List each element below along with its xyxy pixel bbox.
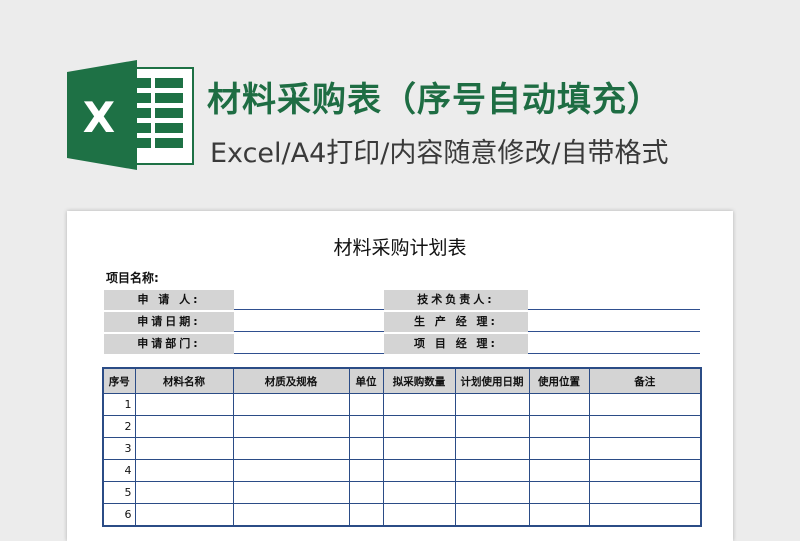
table-cell[interactable] bbox=[348, 415, 384, 438]
table-cell[interactable] bbox=[134, 503, 234, 527]
table-cell[interactable] bbox=[588, 393, 702, 416]
spreadsheet-preview: 材料采购计划表 项目名称: 申 请 人: 申请日期: 申请部门: 技术负责人: … bbox=[67, 211, 733, 541]
table-cell[interactable] bbox=[382, 393, 456, 416]
table-row: 2 bbox=[102, 415, 702, 438]
table-cell[interactable] bbox=[454, 393, 530, 416]
column-header-spec: 材质及规格 bbox=[232, 367, 350, 394]
logo-letter: X bbox=[83, 93, 115, 142]
table-cell[interactable] bbox=[528, 393, 590, 416]
table-cell[interactable] bbox=[382, 481, 456, 504]
table-cell[interactable] bbox=[232, 415, 350, 438]
column-header-planned-date: 计划使用日期 bbox=[454, 367, 530, 394]
table-header-row: 序号 材料名称 材质及规格 单位 拟采购数量 计划使用日期 使用位置 备注 bbox=[102, 367, 702, 394]
column-header-quantity: 拟采购数量 bbox=[382, 367, 456, 394]
page-subtitle: Excel/A4打印/内容随意修改/自带格式 bbox=[210, 138, 669, 169]
apply-date-field[interactable] bbox=[234, 312, 384, 332]
table-cell[interactable] bbox=[528, 415, 590, 438]
table-cell[interactable] bbox=[528, 503, 590, 527]
table-cell[interactable] bbox=[348, 503, 384, 527]
table-cell[interactable] bbox=[348, 437, 384, 460]
apply-date-label: 申请日期: bbox=[104, 312, 234, 332]
production-manager-field[interactable] bbox=[528, 312, 700, 332]
table-cell[interactable] bbox=[382, 459, 456, 482]
procurement-table: 序号 材料名称 材质及规格 单位 拟采购数量 计划使用日期 使用位置 备注 1 … bbox=[102, 367, 702, 527]
table-cell[interactable] bbox=[232, 481, 350, 504]
table-cell[interactable] bbox=[588, 459, 702, 482]
table-cell[interactable] bbox=[382, 437, 456, 460]
table-cell[interactable] bbox=[528, 481, 590, 504]
row-number: 5 bbox=[102, 481, 136, 504]
table-cell[interactable] bbox=[528, 437, 590, 460]
table-cell[interactable] bbox=[454, 415, 530, 438]
table-cell[interactable] bbox=[454, 503, 530, 527]
table-cell[interactable] bbox=[134, 393, 234, 416]
column-header-unit: 单位 bbox=[348, 367, 384, 394]
table-cell[interactable] bbox=[588, 503, 702, 527]
project-name-label: 项目名称: bbox=[106, 271, 159, 285]
column-header-index: 序号 bbox=[102, 367, 136, 394]
table-row: 5 bbox=[102, 481, 702, 504]
project-manager-field[interactable] bbox=[528, 334, 700, 354]
apply-dept-field[interactable] bbox=[234, 334, 384, 354]
page-title: 材料采购表（序号自动填充） bbox=[207, 80, 662, 120]
tech-lead-field[interactable] bbox=[528, 290, 700, 310]
table-cell[interactable] bbox=[588, 437, 702, 460]
row-number: 4 bbox=[102, 459, 136, 482]
applicant-field[interactable] bbox=[234, 290, 384, 310]
table-row: 3 bbox=[102, 437, 702, 460]
row-number: 3 bbox=[102, 437, 136, 460]
applicant-label: 申 请 人: bbox=[104, 290, 234, 310]
apply-dept-label: 申请部门: bbox=[104, 334, 234, 354]
table-cell[interactable] bbox=[348, 481, 384, 504]
table-cell[interactable] bbox=[134, 415, 234, 438]
table-cell[interactable] bbox=[232, 459, 350, 482]
column-header-material-name: 材料名称 bbox=[134, 367, 234, 394]
table-cell[interactable] bbox=[454, 459, 530, 482]
table-row: 6 bbox=[102, 503, 702, 527]
column-header-remarks: 备注 bbox=[588, 367, 702, 394]
table-cell[interactable] bbox=[588, 481, 702, 504]
table-cell[interactable] bbox=[382, 415, 456, 438]
table-cell[interactable] bbox=[232, 393, 350, 416]
table-cell[interactable] bbox=[134, 459, 234, 482]
production-manager-label: 生 产 经 理: bbox=[384, 312, 528, 332]
row-number: 6 bbox=[102, 503, 136, 527]
table-cell[interactable] bbox=[454, 481, 530, 504]
table-cell[interactable] bbox=[382, 503, 456, 527]
table-cell[interactable] bbox=[232, 503, 350, 527]
table-cell[interactable] bbox=[348, 459, 384, 482]
table-cell[interactable] bbox=[134, 437, 234, 460]
tech-lead-label: 技术负责人: bbox=[384, 290, 528, 310]
table-row: 1 bbox=[102, 393, 702, 416]
sheet-title: 材料采购计划表 bbox=[333, 237, 467, 259]
project-manager-label: 项 目 经 理: bbox=[384, 334, 528, 354]
table-row: 4 bbox=[102, 459, 702, 482]
table-cell[interactable] bbox=[232, 437, 350, 460]
column-header-location: 使用位置 bbox=[528, 367, 590, 394]
excel-logo-icon: X bbox=[67, 60, 194, 170]
table-cell[interactable] bbox=[454, 437, 530, 460]
table-cell[interactable] bbox=[528, 459, 590, 482]
table-cell[interactable] bbox=[588, 415, 702, 438]
row-number: 2 bbox=[102, 415, 136, 438]
row-number: 1 bbox=[102, 393, 136, 416]
table-cell[interactable] bbox=[134, 481, 234, 504]
table-cell[interactable] bbox=[348, 393, 384, 416]
